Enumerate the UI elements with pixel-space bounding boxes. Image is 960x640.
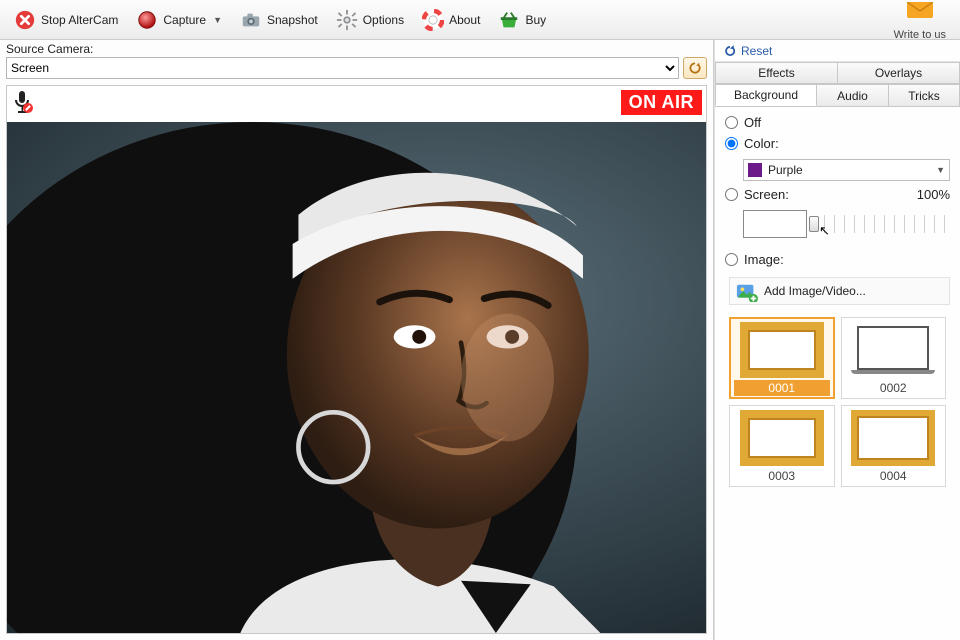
gear-icon (336, 9, 358, 31)
tab-overlays[interactable]: Overlays (838, 62, 960, 84)
microphone-muted-icon[interactable] (11, 90, 35, 114)
bg-color-value: Purple (768, 163, 803, 177)
capture-label: Capture (163, 13, 206, 27)
record-icon (136, 9, 158, 31)
slider-thumb[interactable] (809, 216, 819, 232)
write-to-us-button[interactable]: Write to us (886, 2, 954, 38)
refresh-icon (688, 61, 702, 75)
capture-button[interactable]: Capture ▼ (128, 4, 230, 36)
source-camera-select[interactable]: Screen (6, 57, 679, 79)
refresh-sources-button[interactable] (683, 57, 707, 79)
add-image-icon (736, 282, 758, 300)
basket-icon (498, 9, 520, 31)
source-camera-label: Source Camera: (6, 42, 93, 56)
reset-button[interactable]: Reset (715, 40, 960, 62)
bg-screen-radio[interactable]: Screen: (725, 187, 789, 202)
about-label: About (449, 13, 480, 27)
stop-altercam-label: Stop AlterCam (41, 13, 118, 27)
bg-image-radio[interactable]: Image: (725, 252, 950, 267)
chevron-down-icon: ▼ (213, 15, 222, 25)
chevron-down-icon: ▼ (936, 165, 945, 175)
image-thumb-0002[interactable]: 0002 (841, 317, 947, 399)
options-button[interactable]: Options (328, 4, 412, 36)
mail-icon (907, 2, 933, 24)
thumb-label: 0001 (734, 380, 830, 396)
image-thumb-0003[interactable]: 0003 (729, 405, 835, 487)
write-to-us-label: Write to us (894, 29, 946, 41)
tab-effects[interactable]: Effects (715, 62, 838, 84)
add-image-label: Add Image/Video... (764, 284, 866, 298)
video-preview-area: ON AIR (6, 85, 707, 634)
buy-button[interactable]: Buy (490, 4, 554, 36)
lifebuoy-icon (422, 9, 444, 31)
stop-altercam-button[interactable]: Stop AlterCam (6, 4, 126, 36)
bg-off-radio[interactable]: Off (725, 115, 950, 130)
close-red-icon (14, 9, 36, 31)
camera-icon (240, 9, 262, 31)
screen-percent-value: 100% (917, 187, 950, 202)
source-camera-row: Source Camera: Screen (0, 40, 713, 83)
side-panel: Reset Effects Overlays Background Audio … (714, 40, 960, 640)
reset-label: Reset (741, 44, 772, 58)
snapshot-button[interactable]: Snapshot (232, 4, 326, 36)
tab-tricks[interactable]: Tricks (889, 84, 960, 106)
image-thumb-0004[interactable]: 0004 (841, 405, 947, 487)
thumb-label: 0003 (734, 468, 830, 484)
about-button[interactable]: About (414, 4, 488, 36)
opacity-slider[interactable]: ↖ (815, 215, 950, 233)
thumb-label: 0004 (846, 468, 942, 484)
video-still-icon (7, 122, 706, 633)
options-label: Options (363, 13, 404, 27)
tab-background[interactable]: Background (715, 84, 817, 106)
video-frame (7, 122, 706, 633)
add-image-video-button[interactable]: Add Image/Video... (729, 277, 950, 305)
bg-color-radio[interactable]: Color: (725, 136, 950, 151)
image-thumb-0001[interactable]: 0001 (729, 317, 835, 399)
tab-audio[interactable]: Audio (817, 84, 889, 106)
buy-label: Buy (525, 13, 546, 27)
screen-preview-box[interactable] (743, 210, 807, 238)
main-toolbar: Stop AlterCam Capture ▼ Snapshot Options… (0, 0, 960, 40)
cursor-icon: ↖ (819, 223, 830, 239)
reset-icon (723, 44, 737, 58)
image-thumb-grid: 0001 0002 0003 0004 (725, 311, 950, 493)
thumb-label: 0002 (846, 380, 942, 396)
snapshot-label: Snapshot (267, 13, 318, 27)
color-swatch-icon (748, 163, 762, 177)
bg-color-select[interactable]: Purple ▼ (743, 159, 950, 181)
on-air-badge: ON AIR (621, 90, 702, 115)
